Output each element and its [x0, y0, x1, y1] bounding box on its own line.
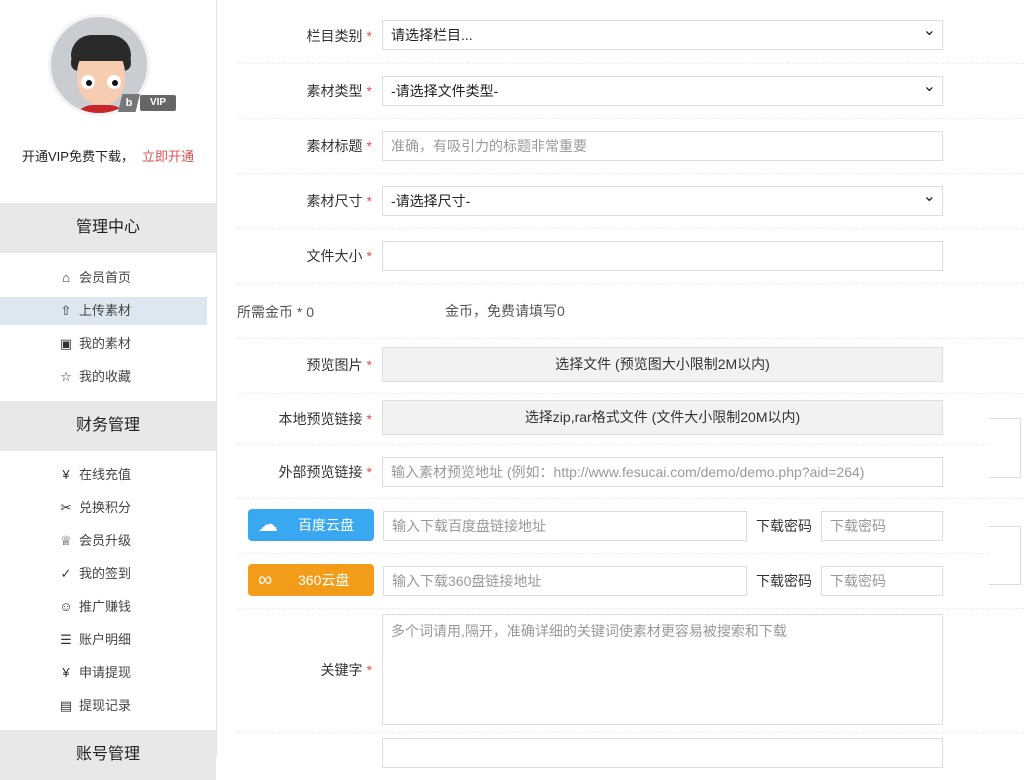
group-bracket	[989, 526, 1021, 585]
next-field-input[interactable]	[382, 738, 943, 768]
coins-hint: 金币，免费请填写0	[445, 301, 565, 321]
external-preview-input[interactable]: 输入素材预览地址 (例如：http://www.fesucai.com/demo…	[382, 457, 943, 487]
star-icon: ☆	[58, 363, 74, 391]
sidebar-item-label: 提现记录	[79, 698, 131, 713]
database-icon: ☰	[58, 626, 74, 654]
image-icon: ▣	[58, 330, 74, 358]
preview-image-label: 预览图片*	[307, 355, 372, 375]
avatar-eye	[81, 75, 95, 89]
row-360: ∞360云盘 输入下载360盘链接地址 下载密码 下载密码	[237, 554, 1024, 609]
row-baidu: ☁百度云盘 输入下载百度盘链接地址 下载密码 下载密码	[237, 499, 989, 554]
sidebar-item-exchange[interactable]: ✂ 兑换积分	[0, 494, 207, 522]
vip-badge: bVIP	[118, 94, 176, 112]
keywords-label: 关键字*	[321, 660, 372, 680]
title-input[interactable]: 准确，有吸引力的标题非常重要	[382, 131, 943, 161]
vip-label: VIP	[140, 95, 176, 111]
sidebar-item-upload[interactable]: ⇧ 上传素材	[0, 297, 207, 325]
pan360-cloud-icon: ∞	[258, 564, 272, 596]
local-preview-file-button[interactable]: 选择zip,rar格式文件 (文件大小限制20M以内)	[382, 400, 943, 435]
row-local-preview: 本地预览链接* 选择zip,rar格式文件 (文件大小限制20M以内)	[237, 394, 989, 445]
section-management-center: 管理中心	[0, 203, 216, 253]
type-label: 素材类型*	[307, 81, 372, 101]
vip-promo: 开通VIP免费下载， 立即开通	[0, 146, 216, 165]
sidebar-item-withdraw[interactable]: ¥ 申请提现	[0, 659, 207, 687]
external-preview-label: 外部预览链接*	[279, 462, 372, 482]
sidebar-item-label: 我的收藏	[79, 369, 131, 384]
promo-text: 开通VIP免费下载，	[22, 149, 134, 164]
size-select[interactable]: -请选择尺寸-	[382, 186, 943, 216]
baidu-cloud-button[interactable]: ☁百度云盘	[248, 509, 374, 541]
row-title: 素材标题* 准确，有吸引力的标题非常重要	[237, 119, 1024, 174]
vip-level-icon: b	[118, 94, 140, 112]
sidebar-item-my-materials[interactable]: ▣ 我的素材	[0, 330, 207, 358]
size-label: 素材尺寸*	[307, 191, 372, 211]
pan360-cloud-button[interactable]: ∞360云盘	[248, 564, 374, 596]
type-select[interactable]: -请选择文件类型-	[382, 76, 943, 106]
category-select[interactable]: 请选择栏目...	[382, 20, 943, 50]
pan360-password-input[interactable]: 下载密码	[821, 566, 943, 596]
row-category: 栏目类别* 请选择栏目...	[237, 8, 1024, 64]
title-label: 素材标题*	[307, 136, 372, 156]
local-preview-label: 本地预览链接*	[279, 409, 372, 429]
sidebar-item-label: 申请提现	[79, 665, 131, 680]
yen-icon: ¥	[58, 461, 74, 489]
yen-icon: ¥	[58, 659, 74, 687]
row-keywords: 关键字* 多个词请用,隔开，准确详细的关键词使素材更容易被搜索和下载	[237, 609, 1024, 733]
category-label: 栏目类别*	[307, 26, 372, 46]
list-icon: ▤	[58, 692, 74, 720]
open-vip-link[interactable]: 立即开通	[142, 149, 194, 164]
keywords-textarea[interactable]: 多个词请用,隔开，准确详细的关键词使素材更容易被搜索和下载	[382, 614, 943, 725]
sidebar-item-upgrade[interactable]: ♕ 会员升级	[0, 527, 207, 555]
home-icon: ⌂	[58, 264, 74, 292]
pan360-link-input[interactable]: 输入下载360盘链接地址	[383, 566, 747, 596]
row-size: 素材尺寸* -请选择尺寸-	[237, 174, 1024, 229]
sidebar-item-withdraw-records[interactable]: ▤ 提现记录	[0, 692, 207, 720]
row-preview-image: 预览图片* 选择文件 (预览图大小限制2M以内)	[237, 339, 1024, 394]
baidu-cloud-icon: ☁	[258, 509, 278, 541]
sidebar-item-label: 上传素材	[79, 303, 131, 318]
sidebar-item-label: 我的签到	[79, 566, 131, 581]
sidebar-item-label: 会员首页	[79, 270, 131, 285]
filesize-label: 文件大小*	[307, 246, 372, 266]
baidu-password-input[interactable]: 下载密码	[821, 511, 943, 541]
row-filesize: 文件大小*	[237, 229, 1024, 284]
trophy-icon: ♕	[58, 527, 74, 555]
upload-icon: ⇧	[58, 297, 74, 325]
section-finance: 财务管理	[0, 401, 216, 451]
sidebar-item-referral[interactable]: ☺ 推广赚钱	[0, 593, 207, 621]
sidebar-item-account-details[interactable]: ☰ 账户明细	[0, 626, 207, 654]
sidebar-item-label: 我的素材	[79, 336, 131, 351]
avatar-fringe	[71, 35, 131, 61]
exchange-icon: ✂	[58, 494, 74, 522]
check-circle-icon: ✓	[58, 560, 74, 588]
row-external-preview: 外部预览链接* 输入素材预览地址 (例如：http://www.fesucai.…	[237, 445, 1024, 499]
sidebar-item-label: 账户明细	[79, 632, 131, 647]
filesize-input[interactable]	[382, 241, 943, 271]
row-type: 素材类型* -请选择文件类型-	[237, 64, 1024, 119]
sidebar-item-label: 兑换积分	[79, 500, 131, 515]
sidebar-item-label: 会员升级	[79, 533, 131, 548]
preview-image-file-button[interactable]: 选择文件 (预览图大小限制2M以内)	[382, 347, 943, 382]
sidebar: bVIP 开通VIP免费下载， 立即开通 管理中心 ⌂ 会员首页 ⇧ 上传素材 ▣ 我的…	[0, 0, 217, 756]
section-account: 账号管理	[0, 730, 216, 780]
sidebar-item-label: 推广赚钱	[79, 599, 131, 614]
sidebar-item-checkin[interactable]: ✓ 我的签到	[0, 560, 207, 588]
sidebar-item-label: 在线充值	[79, 467, 131, 482]
row-coins: 所需金币 * 0 金币，免费请填写0	[237, 284, 1024, 339]
baidu-password-label: 下载密码	[756, 516, 812, 536]
avatar-eye	[107, 75, 121, 89]
pan360-password-label: 下载密码	[756, 571, 812, 591]
baidu-link-input[interactable]: 输入下载百度盘链接地址	[383, 511, 747, 541]
group-bracket	[989, 418, 1021, 478]
coins-label: 所需金币 * 0	[237, 302, 314, 322]
user-add-icon: ☺	[58, 593, 74, 621]
sidebar-item-recharge[interactable]: ¥ 在线充值	[0, 461, 207, 489]
sidebar-item-favorites[interactable]: ☆ 我的收藏	[0, 363, 207, 391]
sidebar-item-home[interactable]: ⌂ 会员首页	[0, 264, 207, 292]
